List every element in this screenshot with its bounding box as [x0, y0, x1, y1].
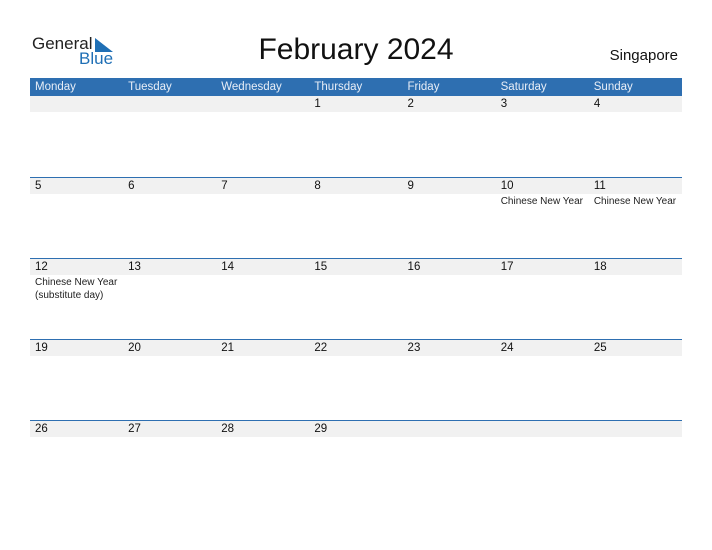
day-cell: 19 — [30, 340, 123, 421]
day-cell: 6 — [123, 178, 216, 259]
day-number: 25 — [593, 342, 607, 354]
day-number: 10 — [500, 180, 514, 192]
day-number: 8 — [314, 180, 321, 192]
day-cell: 21 — [216, 340, 309, 421]
day-cell — [30, 96, 123, 177]
day-cell: 3 — [496, 96, 589, 177]
holiday-label: Chinese New Year — [500, 196, 583, 207]
day-cell: 13 — [123, 259, 216, 340]
day-cell: 25 — [589, 340, 682, 421]
day-number: 5 — [35, 180, 42, 192]
day-number: 15 — [314, 261, 328, 273]
weekday-wednesday: Wednesday — [221, 81, 282, 93]
weekday-thursday: Thursday — [314, 81, 363, 93]
day-number: 28 — [221, 423, 235, 435]
day-number: 21 — [221, 342, 235, 354]
day-cell: 2 — [403, 96, 496, 177]
day-cell: 4 — [589, 96, 682, 177]
day-number: 7 — [221, 180, 228, 192]
day-number: 24 — [500, 342, 514, 354]
day-number: 3 — [500, 98, 508, 110]
day-number: 13 — [128, 261, 141, 273]
day-cell: 22 — [309, 340, 402, 421]
day-number: 16 — [407, 261, 421, 273]
day-cell — [403, 421, 496, 502]
day-cell: 29 — [309, 421, 402, 502]
day-number: 2 — [407, 98, 414, 110]
day-cell: 1 — [309, 96, 402, 177]
day-cell: 27 — [123, 421, 216, 502]
day-number: 9 — [407, 180, 414, 192]
country-label: Singapore — [609, 47, 678, 64]
day-cell: 17 — [496, 259, 589, 340]
day-number: 1 — [314, 98, 321, 110]
day-number: 27 — [128, 423, 141, 435]
holiday-label: Chinese New Year (substitute day) — [35, 277, 118, 301]
day-number: 17 — [500, 261, 514, 273]
day-number: 4 — [593, 98, 601, 110]
day-number: 23 — [407, 342, 421, 354]
day-cell: 23 — [403, 340, 496, 421]
day-cell: 16 — [403, 259, 496, 340]
day-cell: 8 — [309, 178, 402, 259]
day-cell: 7 — [216, 178, 309, 259]
day-cell: 5 — [30, 178, 123, 259]
week-row: 12 Chinese New Year (substitute day) 13 14 1… — [30, 258, 682, 340]
week-row: 5 6 7 8 9 10 Chinese New Year 11 Chinese New Yea… — [30, 177, 682, 259]
day-number: 11 — [593, 180, 606, 192]
day-cell: 20 — [123, 340, 216, 421]
day-cell — [216, 96, 309, 177]
day-cell: 11 Chinese New Year — [589, 178, 682, 259]
week-row: 26 27 28 29 — [30, 420, 682, 502]
day-number: 20 — [128, 342, 141, 354]
day-number: 12 — [35, 261, 48, 273]
weekday-tuesday: Tuesday — [128, 81, 172, 93]
week-row: 1 2 3 4 — [30, 96, 682, 177]
day-cell: 18 — [589, 259, 682, 340]
day-cell: 10 Chinese New Year — [496, 178, 589, 259]
holiday-label: Chinese New Year — [593, 196, 677, 207]
day-cell — [123, 96, 216, 177]
day-cell — [589, 421, 682, 502]
day-cell: 14 — [216, 259, 309, 340]
day-cell: 15 — [309, 259, 402, 340]
day-number: 29 — [314, 423, 328, 435]
day-number: 14 — [221, 261, 235, 273]
day-number: 6 — [128, 180, 135, 192]
week-row: 19 20 21 22 23 24 25 — [30, 339, 682, 421]
weekday-saturday: Saturday — [500, 81, 547, 93]
weekday-friday: Friday — [407, 81, 440, 93]
day-cell: 26 — [30, 421, 123, 502]
day-number: 22 — [314, 342, 328, 354]
weekday-sunday: Sunday — [593, 81, 633, 93]
day-cell: 24 — [496, 340, 589, 421]
day-number: 18 — [593, 261, 607, 273]
weekday-monday: Monday — [35, 81, 76, 93]
day-cell: 12 Chinese New Year (substitute day) — [30, 259, 123, 340]
day-cell: 9 — [403, 178, 496, 259]
day-cell — [496, 421, 589, 502]
day-number: 26 — [35, 423, 48, 435]
weekday-header: Monday Tuesday Wednesday Thursday Friday… — [30, 78, 682, 96]
page-title: February 2024 — [258, 33, 454, 66]
day-cell: 28 — [216, 421, 309, 502]
day-number: 19 — [35, 342, 48, 354]
